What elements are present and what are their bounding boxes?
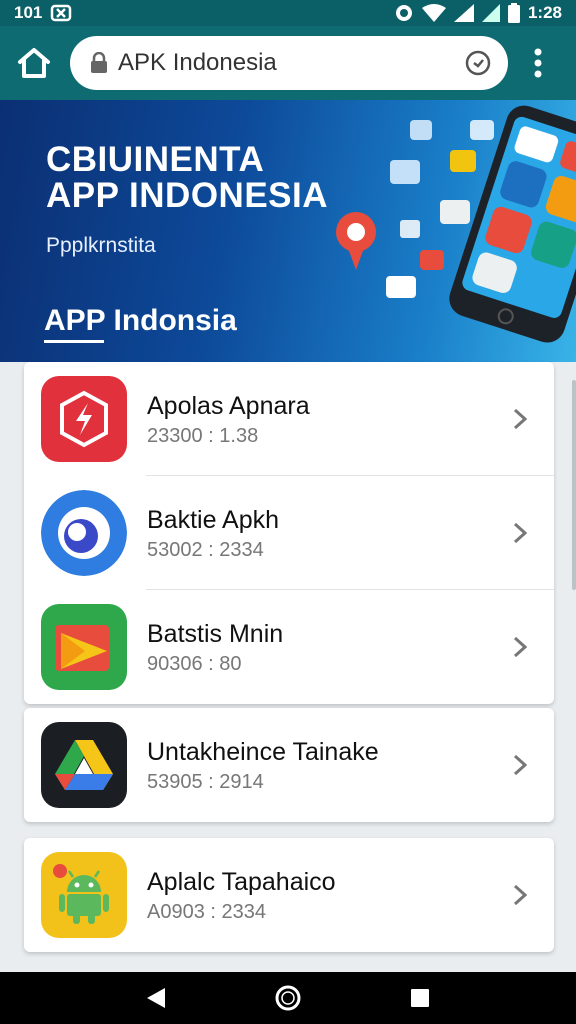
list-item[interactable]: Batstis Mnin 90306 : 80 — [24, 590, 554, 704]
chevron-right-icon — [500, 627, 540, 667]
play-app-icon — [41, 604, 127, 690]
app-name: Apolas Apnara — [147, 391, 310, 420]
blue-app-icon — [41, 490, 127, 576]
app-name: Baktie Apkh — [147, 505, 280, 534]
hero-subtitle: Ppplkrnstita — [46, 234, 156, 257]
app-name: Batstis Mnin — [147, 619, 284, 648]
target-icon — [394, 3, 414, 23]
url-text: APK Indonesia — [118, 49, 277, 76]
phone-illustration — [336, 105, 576, 343]
app-meta: 53905 : 2914 — [147, 770, 264, 793]
recents-button[interactable] — [398, 976, 442, 1020]
section-underline — [44, 340, 104, 343]
status-left-text: 101 — [14, 3, 43, 22]
home-circle-icon — [275, 985, 301, 1011]
wifi-icon — [421, 4, 446, 22]
list-item[interactable]: Apolas Apnara 23300 : 1.38 — [24, 362, 554, 476]
app-list-card: Untakheince Tainake 53905 : 2914 — [24, 708, 554, 822]
app-name: Aplalc Tapahaico — [147, 867, 336, 896]
app-list: Apolas Apnara 23300 : 1.38 Baktie Apkh 5… — [24, 362, 554, 952]
home-icon — [18, 48, 50, 78]
list-item[interactable]: Baktie Apkh 53002 : 2334 — [24, 476, 554, 590]
home-nav-button[interactable] — [266, 976, 310, 1020]
status-time: 1:28 — [527, 3, 562, 22]
back-icon — [147, 988, 165, 1008]
chevron-right-icon — [500, 875, 540, 915]
home-button[interactable] — [12, 41, 56, 85]
notification-icon — [50, 4, 72, 22]
back-button[interactable] — [134, 976, 178, 1020]
app-meta: 53002 : 2334 — [147, 538, 264, 561]
recents-icon — [411, 989, 429, 1007]
scrollbar[interactable] — [572, 380, 576, 590]
address-bar[interactable]: APK Indonesia — [70, 36, 508, 90]
status-left: 101 — [14, 3, 72, 23]
android-app-icon — [41, 852, 127, 938]
app-meta: 90306 : 80 — [147, 652, 242, 675]
lock-icon — [91, 52, 107, 73]
hero-title-line2: APP INDONESIA — [46, 176, 329, 215]
status-bar: 101 1:28 — [0, 0, 576, 26]
list-item[interactable]: Untakheince Tainake 53905 : 2914 — [24, 708, 554, 822]
signal-icon-2 — [481, 4, 500, 22]
red-app-icon — [41, 376, 127, 462]
hero-title-line1: CBIUINENTA — [46, 140, 265, 179]
app-meta: A0903 : 2334 — [147, 900, 266, 923]
system-nav-bar — [0, 972, 576, 1024]
app-list-card: Apolas Apnara 23300 : 1.38 Baktie Apkh 5… — [24, 362, 554, 704]
signal-icon — [453, 4, 474, 22]
chevron-right-icon — [500, 399, 540, 439]
more-menu-button[interactable] — [516, 41, 560, 85]
battery-icon — [507, 3, 520, 23]
app-meta: 23300 : 1.38 — [147, 424, 259, 447]
chevron-right-icon — [500, 513, 540, 553]
hero-banner: CBIUINENTA APP INDONESIA Ppplkrnstita AP… — [0, 100, 576, 362]
drive-app-icon — [41, 722, 127, 808]
refresh-icon[interactable] — [464, 49, 492, 77]
more-vert-icon — [534, 48, 542, 78]
hero-title: CBIUINENTA APP INDONESIA — [46, 142, 328, 214]
browser-toolbar: APK Indonesia — [0, 26, 576, 100]
status-right: 1:28 — [394, 3, 562, 23]
list-item[interactable]: Aplalc Tapahaico A0903 : 2334 — [24, 838, 554, 952]
chevron-right-icon — [500, 745, 540, 785]
app-list-card: Aplalc Tapahaico A0903 : 2334 — [24, 838, 554, 952]
app-name: Untakheince Tainake — [147, 737, 379, 766]
section-label: APP Indonsia — [44, 304, 237, 337]
